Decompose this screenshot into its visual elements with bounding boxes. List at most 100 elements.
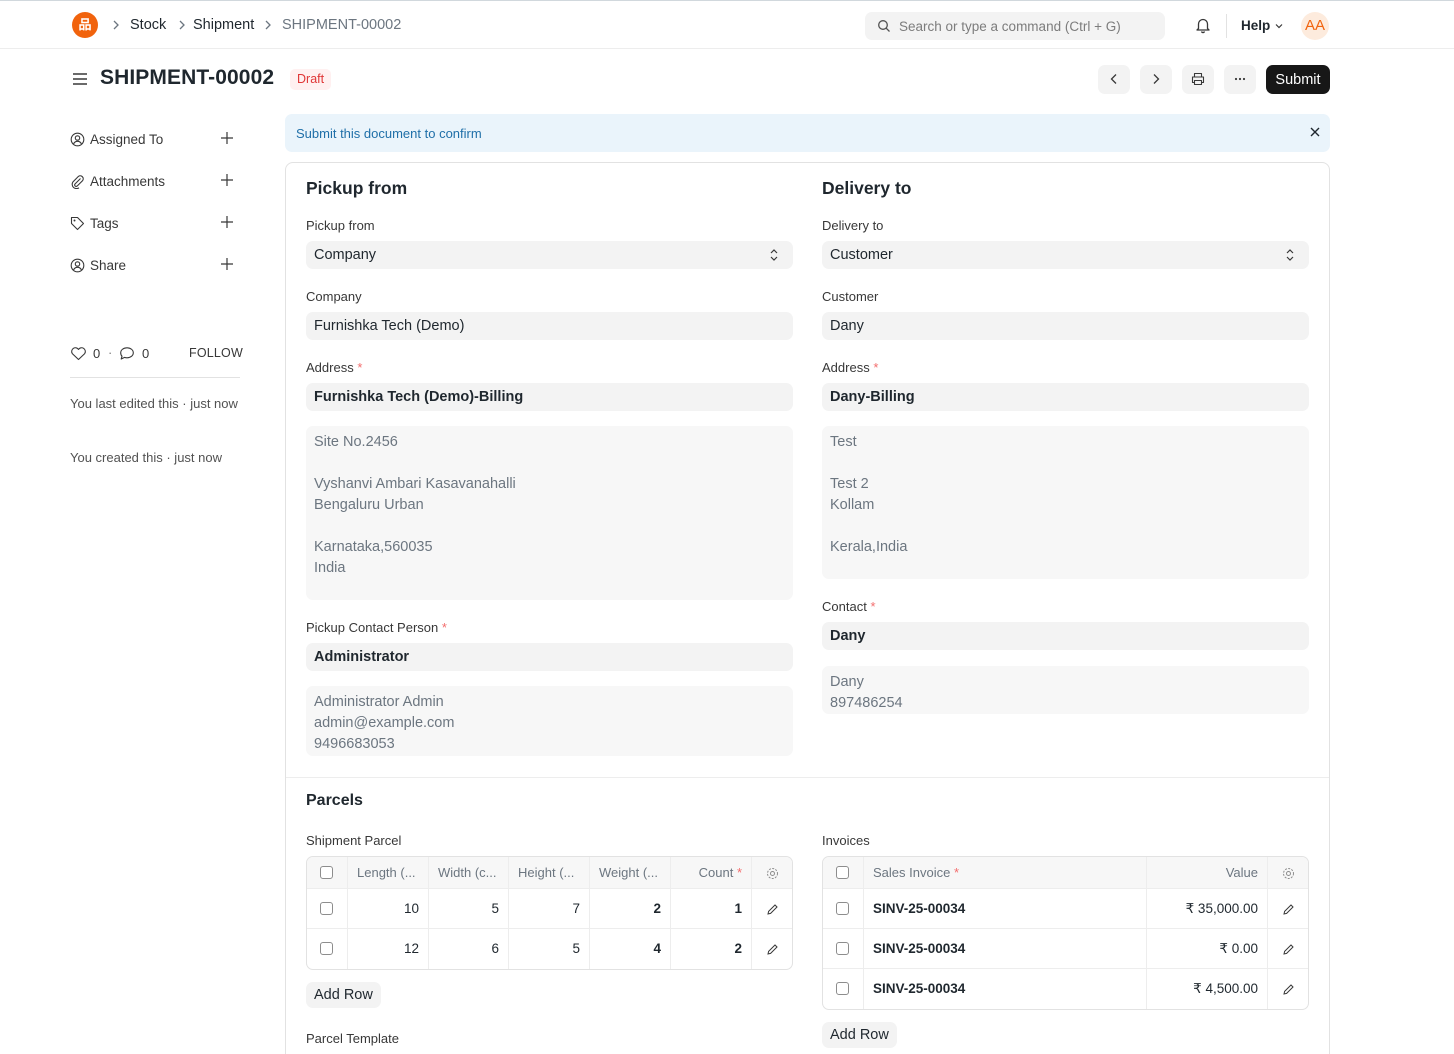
cell-sales-invoice[interactable]: SINV-25-00034 <box>864 889 1147 928</box>
select-all-checkbox[interactable] <box>320 866 333 879</box>
pencil-icon[interactable] <box>1282 903 1295 916</box>
cell-weight[interactable]: 2 <box>590 889 671 928</box>
delivery-address-field[interactable]: Dany-Billing <box>822 383 1309 411</box>
sidebar-toggle-icon[interactable] <box>71 70 89 88</box>
plus-icon[interactable] <box>220 257 234 271</box>
table-row[interactable]: 10 5 7 2 1 <box>307 889 792 929</box>
cell-sales-invoice[interactable]: SINV-25-00034 <box>864 929 1147 968</box>
pencil-icon[interactable] <box>1282 983 1295 996</box>
column-header-value[interactable]: Value <box>1147 857 1268 888</box>
row-select-cell <box>823 929 864 968</box>
sidebar-item-label: Assigned To <box>90 132 164 147</box>
chevron-left-icon <box>1110 74 1117 84</box>
chevron-right-icon <box>265 20 271 30</box>
select-all-cell <box>823 857 864 888</box>
sidebar-item-tags[interactable]: Tags <box>70 213 240 235</box>
column-header-length[interactable]: Length (... <box>348 857 429 888</box>
cell-weight[interactable]: 4 <box>590 929 671 969</box>
submit-alert: Submit this document to confirm <box>285 114 1330 152</box>
gear-icon[interactable] <box>766 867 779 880</box>
plus-icon[interactable] <box>220 131 234 145</box>
pencil-icon[interactable] <box>1282 943 1295 956</box>
avatar[interactable]: AA <box>1301 12 1329 40</box>
cell-value[interactable]: ₹ 35,000.00 <box>1147 889 1268 928</box>
sidebar-item-share[interactable]: Share <box>70 255 240 277</box>
navbar: 品 Stock Shipment SHIPMENT-00002 Help AA <box>0 0 1454 49</box>
activity-last-edited: You last edited this · just now <box>70 396 238 411</box>
column-settings-cell <box>1268 857 1308 888</box>
sidebar-item-attachments[interactable]: Attachments <box>70 171 240 193</box>
bell-icon[interactable] <box>1194 16 1212 34</box>
pickup-address-label: Address * <box>306 360 363 375</box>
cell-value[interactable]: ₹ 4,500.00 <box>1147 969 1268 1009</box>
cell-width[interactable]: 6 <box>429 929 509 969</box>
column-settings-cell <box>752 857 792 888</box>
gear-icon[interactable] <box>1282 867 1295 880</box>
plus-icon[interactable] <box>220 215 234 229</box>
column-header-height[interactable]: Height (... <box>509 857 590 888</box>
search-input[interactable] <box>899 12 1159 40</box>
cell-length[interactable]: 10 <box>348 889 429 928</box>
customer-field[interactable]: Dany <box>822 312 1309 340</box>
cell-count[interactable]: 1 <box>671 889 752 928</box>
delivery-to-select[interactable]: Customer <box>822 241 1309 269</box>
breadcrumb-shipment[interactable]: Shipment <box>193 17 254 33</box>
global-search[interactable] <box>865 12 1165 40</box>
comment-icon[interactable] <box>119 346 135 361</box>
delivery-contact-field[interactable]: Dany <box>822 622 1309 650</box>
submit-button[interactable]: Submit <box>1266 65 1330 94</box>
cell-height[interactable]: 5 <box>509 929 590 969</box>
invoices-label: Invoices <box>822 833 870 848</box>
table-row[interactable]: 12 6 5 4 2 <box>307 929 792 969</box>
row-checkbox[interactable] <box>836 902 849 915</box>
table-row[interactable]: SINV-25-00034 ₹ 0.00 <box>823 929 1308 969</box>
cell-sales-invoice[interactable]: SINV-25-00034 <box>864 969 1147 1009</box>
row-checkbox[interactable] <box>836 942 849 955</box>
delivery-contact-display: Dany 897486254 <box>822 666 1309 714</box>
pickup-address-field[interactable]: Furnishka Tech (Demo)-Billing <box>306 383 793 411</box>
shipment-parcel-label: Shipment Parcel <box>306 833 402 848</box>
select-all-checkbox[interactable] <box>836 866 849 879</box>
breadcrumb-stock[interactable]: Stock <box>130 17 166 33</box>
column-header-count[interactable]: Count * <box>671 857 752 888</box>
row-checkbox[interactable] <box>320 942 333 955</box>
table-row[interactable]: SINV-25-00034 ₹ 4,500.00 <box>823 969 1308 1009</box>
cell-count[interactable]: 2 <box>671 929 752 969</box>
heart-icon[interactable] <box>70 346 87 361</box>
pencil-icon[interactable] <box>766 943 779 956</box>
row-select-cell <box>307 889 348 928</box>
breadcrumb-current[interactable]: SHIPMENT-00002 <box>282 17 401 33</box>
company-field[interactable]: Furnishka Tech (Demo) <box>306 312 793 340</box>
print-button[interactable] <box>1182 65 1214 94</box>
add-parcel-row-button[interactable]: Add Row <box>306 982 381 1008</box>
app-logo[interactable]: 品 <box>72 12 98 38</box>
row-checkbox[interactable] <box>320 902 333 915</box>
row-checkbox[interactable] <box>836 982 849 995</box>
cell-height[interactable]: 7 <box>509 889 590 928</box>
add-invoice-row-button[interactable]: Add Row <box>822 1022 897 1048</box>
parcel-template-label: Parcel Template <box>306 1031 399 1046</box>
row-select-cell <box>823 889 864 928</box>
next-document-button[interactable] <box>1140 65 1172 94</box>
column-header-sales-invoice[interactable]: Sales Invoice * <box>864 857 1147 888</box>
cell-width[interactable]: 5 <box>429 889 509 928</box>
row-edit-cell <box>752 929 792 969</box>
comments-count: 0 <box>142 346 150 361</box>
pickup-contact-field[interactable]: Administrator <box>306 643 793 671</box>
more-actions-button[interactable] <box>1224 65 1256 94</box>
close-icon[interactable] <box>1309 126 1321 138</box>
pickup-from-select[interactable]: Company <box>306 241 793 269</box>
sidebar-item-assigned-to[interactable]: Assigned To <box>70 129 240 151</box>
pencil-icon[interactable] <box>766 903 779 916</box>
chevron-down-icon[interactable] <box>1274 21 1284 31</box>
cell-length[interactable]: 12 <box>348 929 429 969</box>
navbar-divider <box>1226 14 1227 38</box>
table-row[interactable]: SINV-25-00034 ₹ 35,000.00 <box>823 889 1308 929</box>
plus-icon[interactable] <box>220 173 234 187</box>
previous-document-button[interactable] <box>1098 65 1130 94</box>
column-header-width[interactable]: Width (c... <box>429 857 509 888</box>
help-menu[interactable]: Help <box>1241 18 1270 33</box>
column-header-weight[interactable]: Weight (... <box>590 857 671 888</box>
follow-button[interactable]: FOLLOW <box>189 346 243 360</box>
cell-value[interactable]: ₹ 0.00 <box>1147 929 1268 968</box>
